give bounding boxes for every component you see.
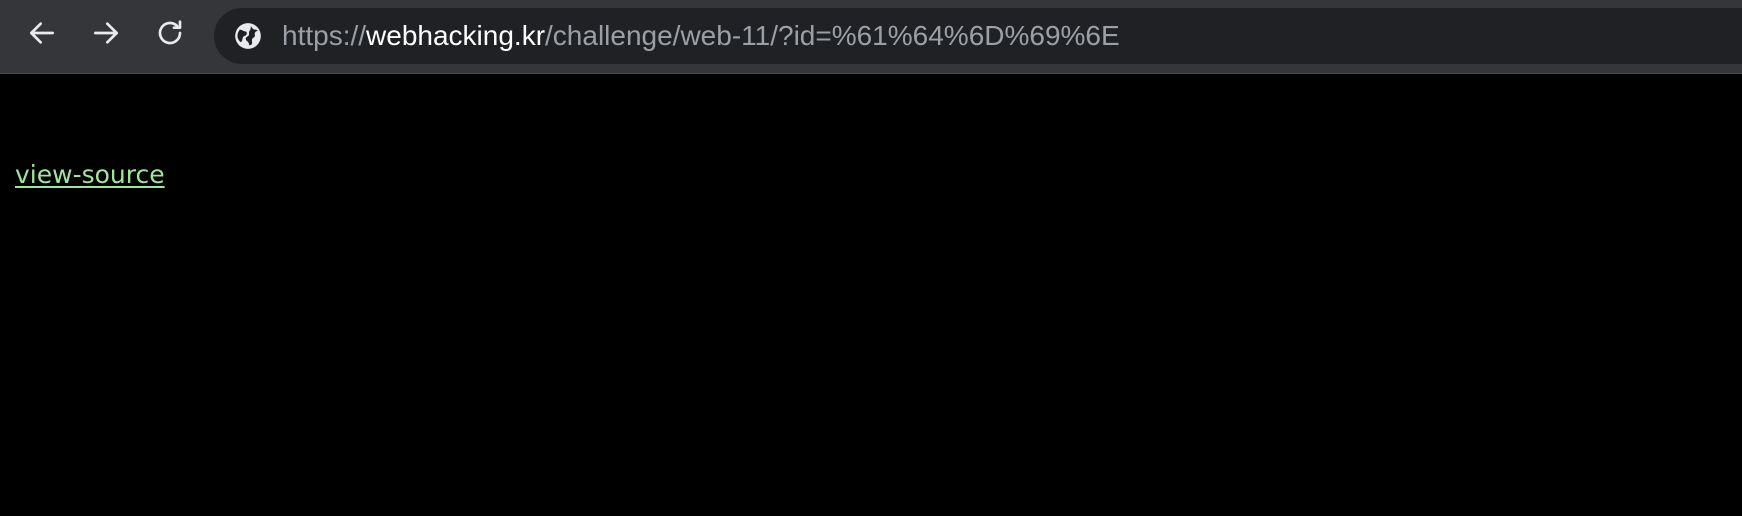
browser-toolbar: https://webhacking.kr/challenge/web-11/?… [0, 0, 1742, 74]
url-path: /challenge/web-11/?id=%61%64%6D%69%6E [545, 20, 1120, 51]
arrow-right-icon [90, 17, 122, 54]
url-scheme: https:// [282, 20, 367, 51]
back-button[interactable] [20, 13, 64, 57]
reload-icon [154, 17, 186, 54]
url-host: webhacking.kr [366, 20, 546, 51]
forward-button[interactable] [84, 13, 128, 57]
arrow-left-icon [26, 17, 58, 54]
reload-button[interactable] [148, 13, 192, 57]
address-bar[interactable]: https://webhacking.kr/challenge/web-11/?… [214, 8, 1742, 64]
view-source-link[interactable]: view-source [15, 160, 165, 189]
url-text[interactable]: https://webhacking.kr/challenge/web-11/?… [282, 21, 1120, 51]
globe-icon[interactable] [234, 22, 262, 50]
page-content: view-source [0, 75, 1742, 516]
